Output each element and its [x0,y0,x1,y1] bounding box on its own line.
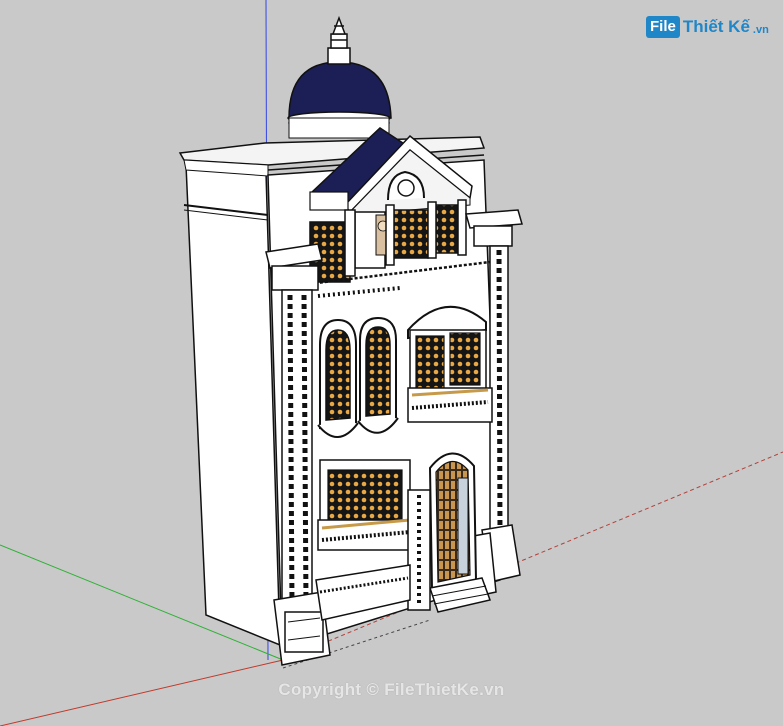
logo-box: File [646,16,680,38]
logo-text: Thiết Kế [682,17,750,36]
logo-tld: .vn [752,24,769,36]
left-side-wall [183,164,281,647]
site-logo: File Thiết Kế .vn [646,14,769,40]
copyright-watermark: Copyright © FileThietKe.vn [278,680,505,699]
dome [287,15,392,139]
ground-floor [315,452,491,621]
sketchup-viewport[interactable] [0,0,783,726]
